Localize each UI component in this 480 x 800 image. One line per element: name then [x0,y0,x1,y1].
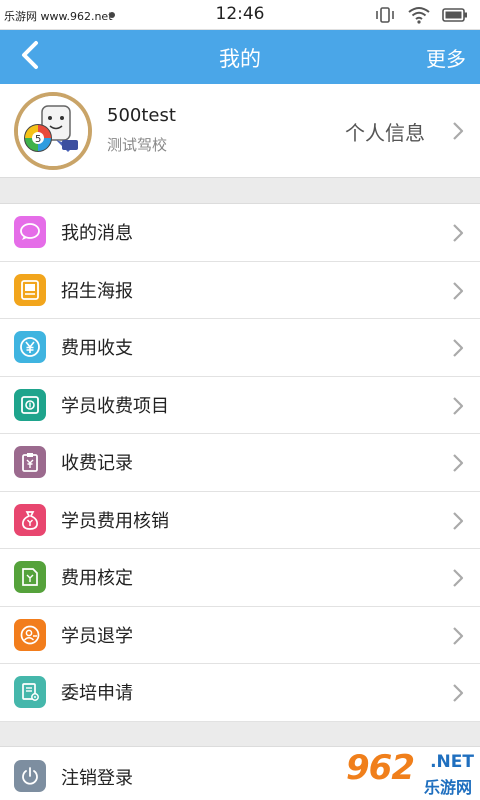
chevron-right-icon [452,281,464,301]
battery-icon [442,7,468,23]
fee-approve-icon [14,561,46,594]
vibrate-icon [374,6,396,24]
user-name: 500test [107,105,176,126]
menu-item-student-fee-writeoff[interactable]: 学员费用核销 [0,492,480,549]
watermark-cn: 乐游网 [423,778,472,797]
status-bar: 乐游网 www.962.net 12:46 [0,0,480,30]
menu-item-label: 费用核定 [61,568,133,590]
school-name: 测试驾校 [107,136,168,154]
fee-item-icon [14,388,46,421]
menu-item-student-fee-items[interactable]: 学员收费项目 [0,377,480,434]
moneybag-icon [14,503,46,536]
title-bar: 我的 更多 [0,30,480,84]
chevron-right-icon [452,568,464,588]
chevron-right-icon [452,121,464,141]
menu-item-label: 招生海报 [61,280,133,302]
watermark-number: 962 [346,748,415,788]
fee-record-icon [14,446,46,479]
profile-card[interactable]: 5 500test 测试驾校 个人信息 [0,84,480,178]
menu-item-fee-approval[interactable]: 费用核定 [0,549,480,607]
apply-form-icon [14,676,46,709]
logout-label: 注销登录 [61,768,133,789]
avatar: 5 [14,92,92,170]
menu-item-student-withdrawal[interactable]: 学员退学 [0,607,480,664]
menu-item-label: 委培申请 [61,683,133,705]
svg-text:5: 5 [35,134,41,145]
power-icon [14,760,46,792]
more-button[interactable]: 更多 [426,43,466,72]
menu-item-label: 费用收支 [61,338,133,360]
student-quit-icon [14,618,46,651]
watermark-net: .NET [430,752,474,772]
chevron-right-icon [452,338,464,358]
page-title: 我的 [219,47,261,71]
chevron-right-icon [452,396,464,416]
menu-item-my-messages[interactable]: 我的消息 [0,204,480,262]
menu-item-training-application[interactable]: 委培申请 [0,664,480,722]
menu-item-fee-income-expense[interactable]: 费用收支 [0,319,480,377]
menu-item-fee-records[interactable]: 收费记录 [0,434,480,492]
chevron-right-icon [452,511,464,531]
menu-list: 我的消息 招生海报 费用收支 学员收费项目 收费记录 学员费用核销 费用核定 学… [0,203,480,722]
message-icon [14,216,46,249]
chevron-right-icon [452,626,464,646]
wifi-icon [408,6,430,24]
chevron-right-icon [452,683,464,703]
menu-item-label: 学员费用核销 [61,510,169,532]
menu-item-label: 收费记录 [61,453,133,475]
menu-item-label: 我的消息 [61,223,133,245]
watermark-logo: 962 .NET 乐游网 [342,748,480,800]
menu-item-label: 学员退学 [61,625,133,647]
menu-item-recruit-poster[interactable]: 招生海报 [0,262,480,319]
menu-item-label: 学员收费项目 [61,395,169,417]
chevron-right-icon [452,453,464,473]
poster-icon [14,273,46,306]
status-icons [374,6,468,24]
chevron-right-icon [452,223,464,243]
personal-info-link[interactable]: 个人信息 [345,117,425,146]
yuan-icon [14,331,46,364]
